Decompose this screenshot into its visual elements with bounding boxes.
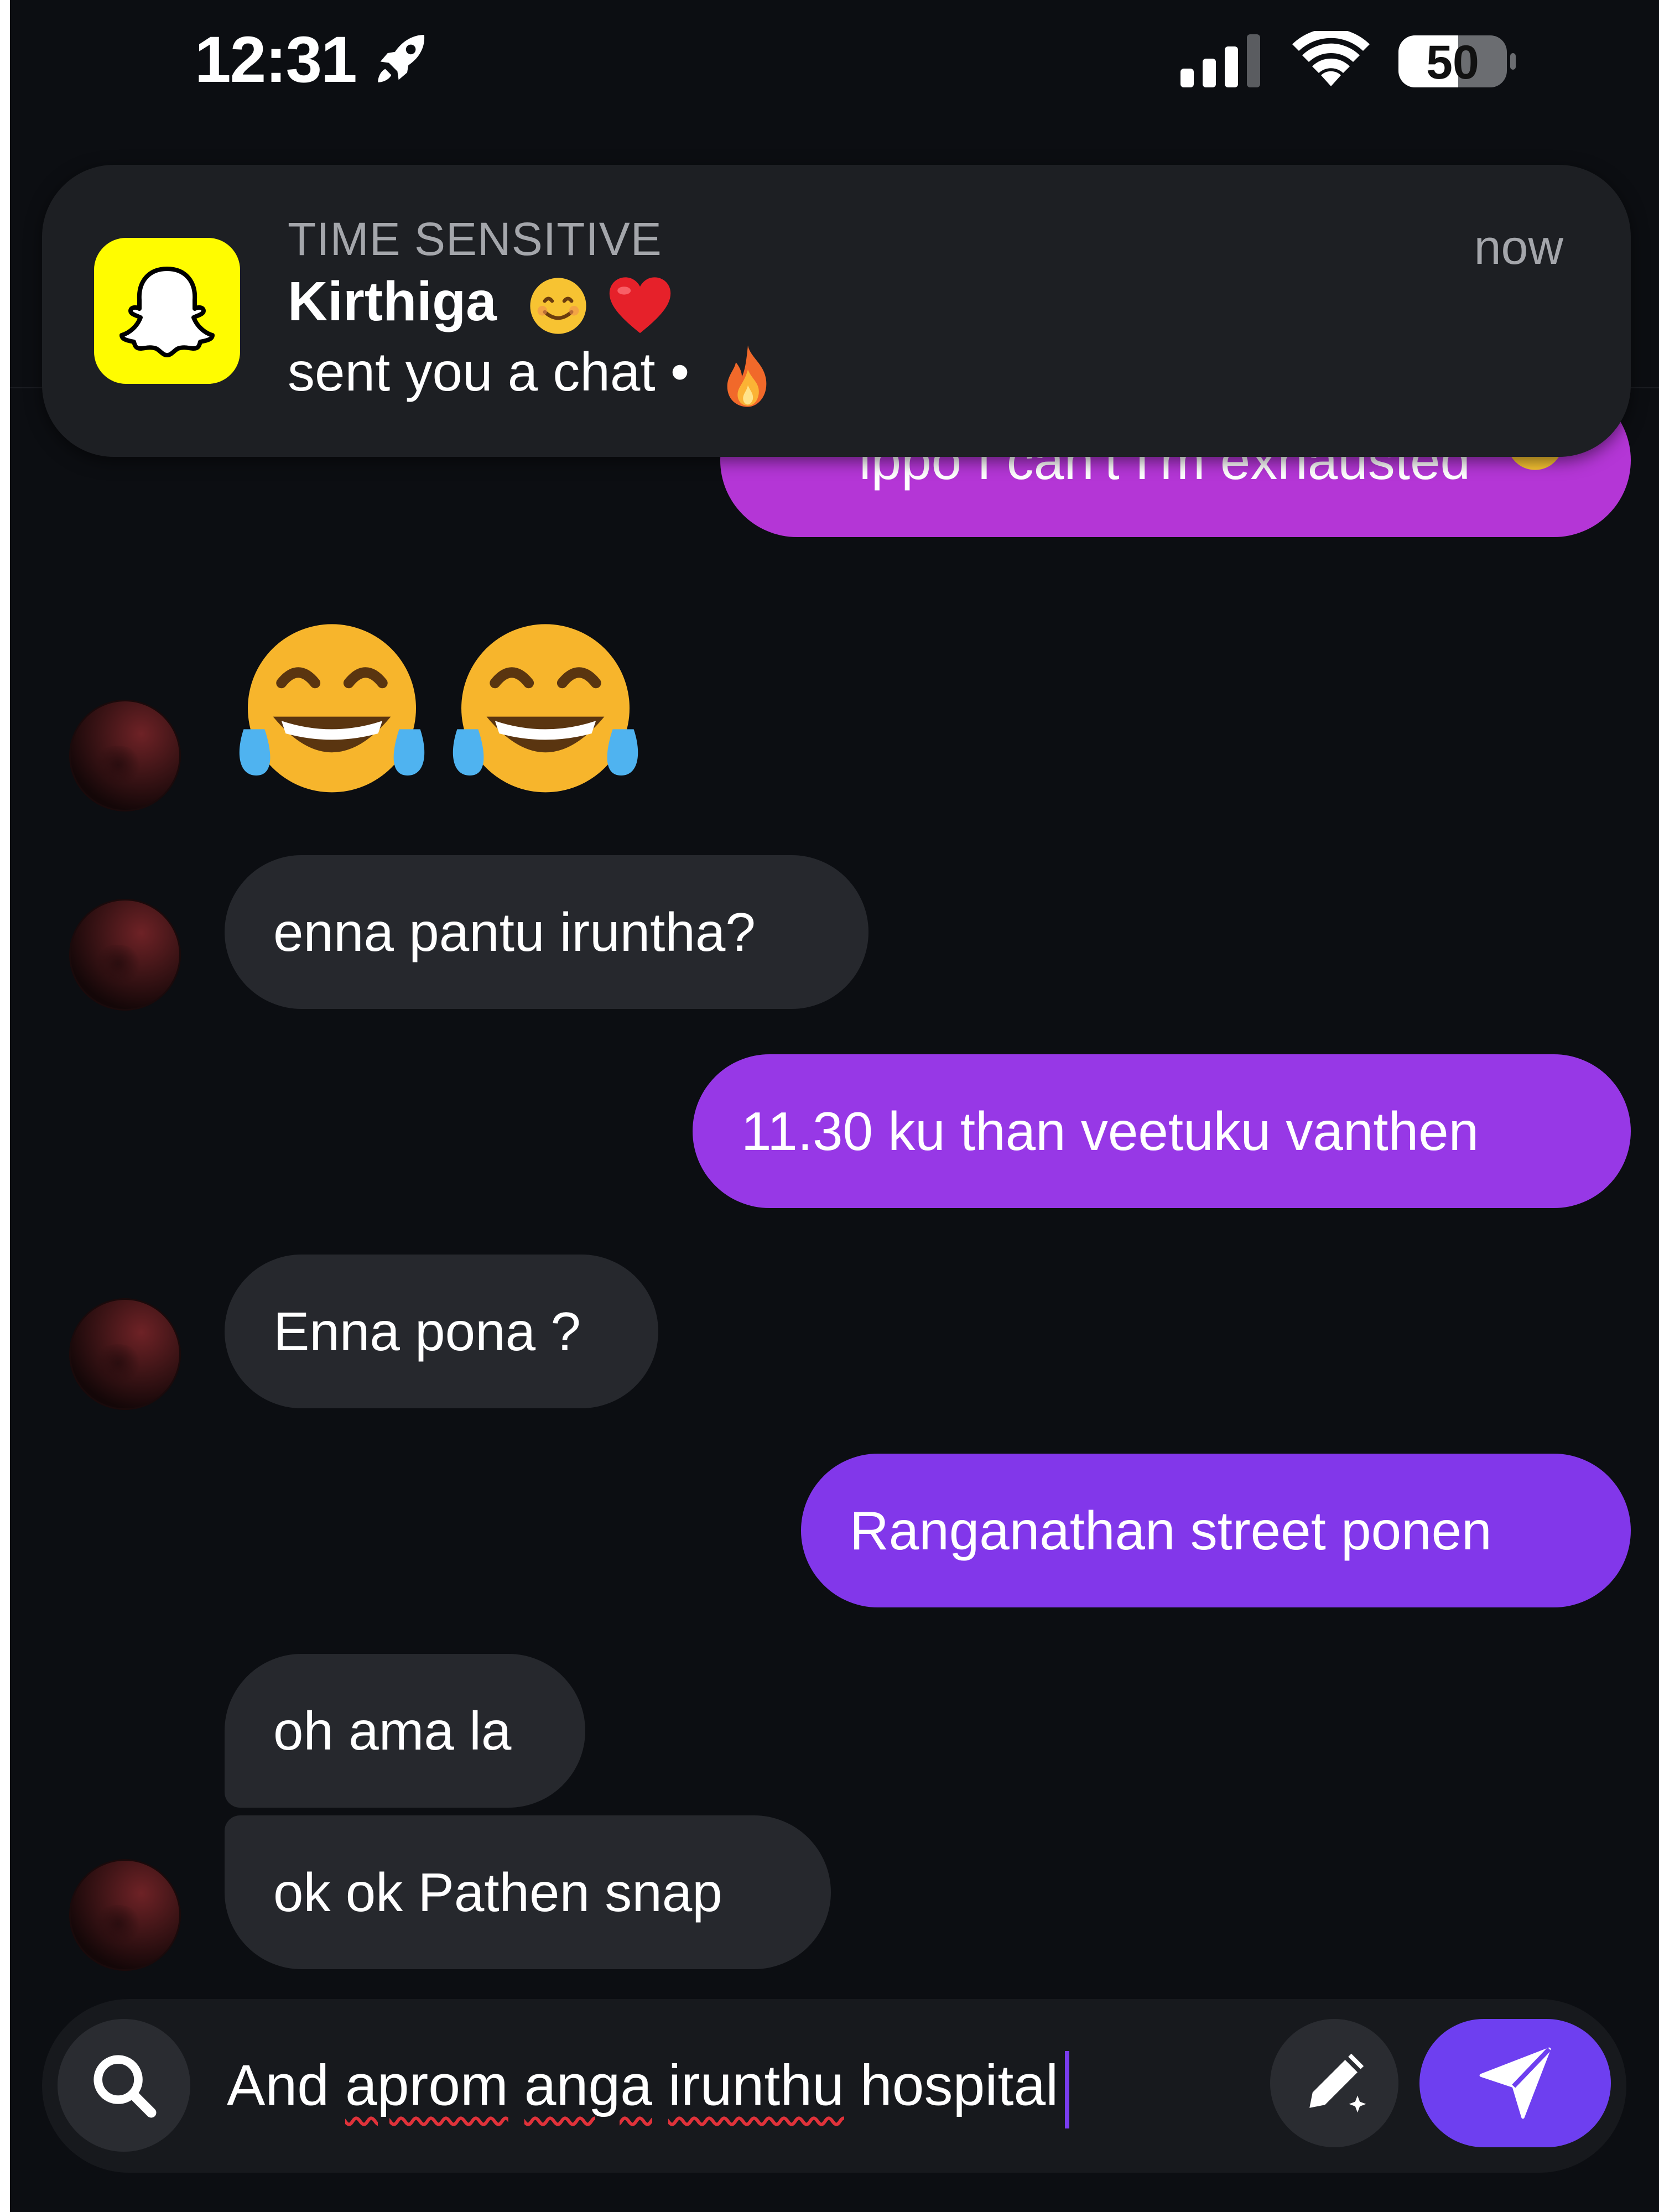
notification-body: sent you a chat • [288,341,778,409]
contact-avatar[interactable] [71,1861,179,1969]
outgoing-message[interactable]: 11.30 ku than veetuku vanthen [693,1054,1631,1208]
wifi-icon [1292,31,1370,86]
notification-label: TIME SENSITIVE [288,213,662,265]
incoming-message[interactable]: ok ok Pathen snap [225,1815,831,1969]
search-icon [93,2055,157,2118]
incoming-message[interactable]: Enna pona ? [225,1255,658,1408]
signal-strength-icon [1180,34,1260,87]
input-text-segment: hospital [844,2053,1059,2118]
fire-emoji [727,345,767,407]
screen-edge [0,0,10,2212]
outgoing-message[interactable]: Ranganathan street ponen [801,1454,1631,1607]
notification-sender: Kirthiga [288,270,497,332]
message-text: Ranganathan street ponen [850,1500,1492,1561]
input-text-segment [508,2053,524,2117]
misspelled-word: irunthu [668,2053,844,2118]
contact-avatar[interactable] [71,701,179,810]
message-text: ok ok Pathen snap [273,1861,722,1923]
send-button[interactable] [1419,2019,1611,2147]
search-button[interactable] [58,2019,190,2152]
battery-level: 50 [1426,36,1479,89]
tears-of-joy-emoji [453,624,638,793]
message-text: enna pantu iruntha? [273,901,756,962]
notification-body-text: sent you a chat • [288,341,690,402]
snapchat-ghost-icon [94,238,240,384]
red-heart-emoji [610,277,671,333]
battery-icon: 50 [1398,35,1516,89]
snapchat-notification-banner[interactable]: TIME SENSITIVE Kirthiga sent you a chat … [42,165,1631,457]
contact-avatar[interactable] [71,901,179,1009]
input-text-segment: And [227,2053,345,2118]
input-text-segment [652,2053,668,2117]
rocket-icon [378,35,425,82]
send-arrow-icon [1479,2047,1551,2119]
pencil-sparkle-icon [1309,2053,1366,2113]
incoming-message[interactable]: enna pantu iruntha? [225,855,868,1009]
message-text: Enna pona ? [273,1300,581,1362]
notification-time: now [1474,220,1563,274]
smiling-face-emoji [529,277,586,334]
notification-title: Kirthiga [288,270,673,336]
message-text: 11.30 ku than veetuku vanthen [741,1100,1479,1162]
text-cursor [1065,2051,1070,2128]
contact-avatar[interactable] [71,1300,179,1408]
tears-of-joy-emoji [239,624,425,793]
message-text: oh ama la [273,1700,512,1761]
incoming-message[interactable]: oh ama la [225,1654,585,1808]
misspelled-word: aprom [345,2053,508,2118]
misspelled-word: anga [524,2053,653,2118]
ai-edit-button[interactable] [1270,2019,1398,2147]
status-time: 12:31 [195,23,357,96]
message-input[interactable]: And aprom anga irunthu hospital [227,2051,1070,2128]
